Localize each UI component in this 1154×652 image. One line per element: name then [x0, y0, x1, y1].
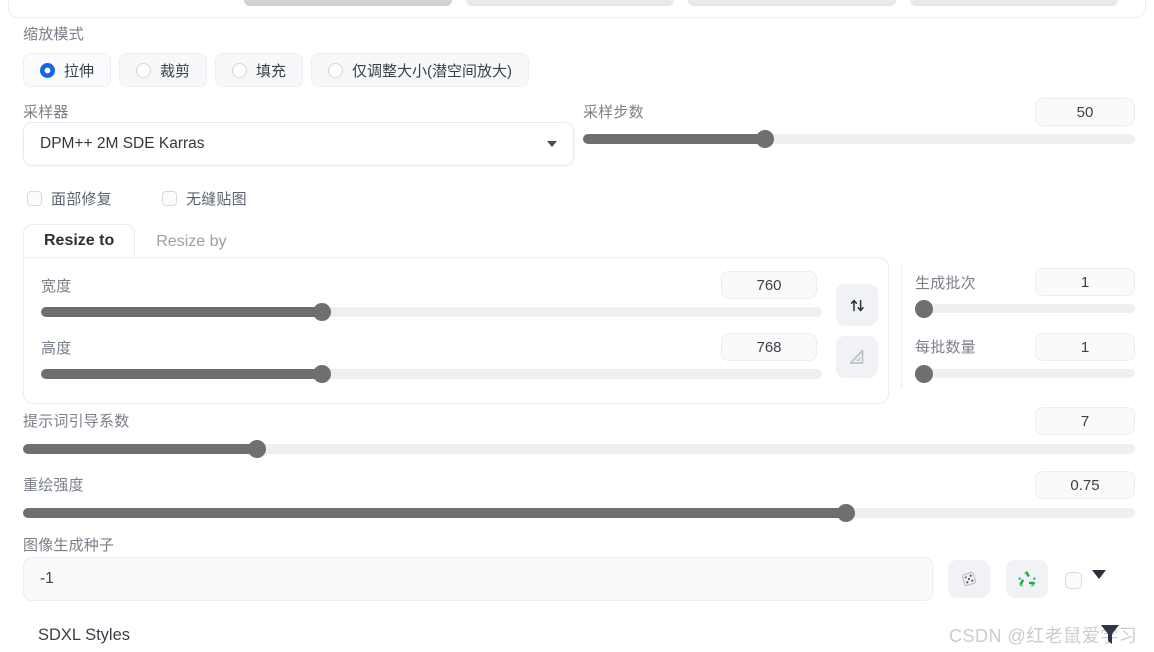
face-restore-checkbox-row[interactable]: 面部修复 — [27, 188, 112, 209]
denoise-value-box[interactable]: 0.75 — [1035, 471, 1135, 499]
seed-extra-checkbox[interactable] — [1065, 572, 1082, 589]
radio-icon — [232, 62, 248, 78]
width-value-box[interactable]: 760 — [721, 271, 817, 299]
radio-icon-selected — [40, 62, 55, 78]
slider-fill — [23, 444, 257, 454]
scale-mode-option-label: 仅调整大小(潜空间放大) — [352, 62, 513, 80]
batch-count-value-box[interactable]: 1 — [1035, 268, 1135, 296]
tab-resize-to[interactable]: Resize to — [23, 224, 136, 259]
swap-vertical-icon — [850, 299, 864, 311]
tab-resize-by[interactable]: Resize by — [135, 225, 247, 259]
slider-track — [915, 369, 1135, 378]
batch-size-label: 每批数量 — [915, 339, 976, 356]
sdxl-styles-label: SDXL Styles — [38, 626, 131, 644]
slider-thumb[interactable] — [836, 504, 855, 522]
slider-thumb[interactable] — [313, 303, 332, 321]
radio-icon — [328, 62, 344, 78]
dice-icon — [962, 572, 976, 586]
settings-panel: 缩放模式 拉伸 裁剪 填充 仅调整大小(潜空间放大) 采样器 DPM++ 2M … — [0, 0, 1154, 652]
random-seed-button[interactable] — [948, 560, 990, 598]
slider-thumb[interactable] — [915, 300, 933, 318]
funnel-icon — [1101, 625, 1119, 644]
scale-mode-label: 缩放模式 — [23, 26, 84, 43]
slider-fill — [41, 369, 323, 379]
top-button-4[interactable] — [910, 0, 1118, 6]
swap-dimensions-button[interactable] — [836, 284, 878, 326]
steps-slider[interactable] — [583, 130, 1135, 148]
top-button-2[interactable] — [466, 0, 674, 6]
scale-mode-radio-group[interactable]: 拉伸 裁剪 填充 仅调整大小(潜空间放大) — [23, 53, 530, 87]
slider-fill — [41, 307, 323, 317]
slider-fill — [23, 508, 846, 518]
cfg-slider[interactable] — [23, 440, 1135, 458]
slider-thumb[interactable] — [915, 365, 933, 383]
slider-fill — [583, 134, 766, 144]
batch-count-slider[interactable] — [915, 300, 1135, 318]
scale-mode-option-label: 拉伸 — [64, 62, 95, 80]
chevron-down-icon — [547, 141, 557, 147]
resize-panel: 宽度 760 高度 768 — [23, 257, 889, 404]
top-button-3[interactable] — [688, 0, 896, 6]
denoise-slider[interactable] — [23, 504, 1135, 522]
sampler-value: DPM++ 2M SDE Karras — [40, 135, 205, 152]
sampler-select[interactable]: DPM++ 2M SDE Karras — [23, 122, 574, 166]
checkbox-icon[interactable] — [27, 191, 42, 206]
batch-size-value-box[interactable]: 1 — [1035, 333, 1135, 361]
height-label: 高度 — [41, 340, 72, 357]
cfg-value-box[interactable]: 7 — [1035, 407, 1135, 435]
batch-count-label: 生成批次 — [915, 275, 976, 292]
scale-mode-option-label: 裁剪 — [160, 62, 191, 80]
scale-mode-option-crop[interactable]: 裁剪 — [119, 53, 208, 87]
steps-label: 采样步数 — [583, 104, 644, 121]
scale-mode-option-resize-only[interactable]: 仅调整大小(潜空间放大) — [311, 53, 530, 87]
slider-thumb[interactable] — [247, 440, 266, 458]
batch-size-slider[interactable] — [915, 365, 1135, 383]
slider-track — [915, 304, 1135, 313]
aspect-ratio-button[interactable] — [836, 336, 878, 378]
top-button-1[interactable] — [244, 0, 452, 6]
scale-mode-option-stretch[interactable]: 拉伸 — [23, 53, 112, 87]
width-slider[interactable] — [41, 303, 822, 321]
resize-tabbar[interactable]: Resize to Resize by — [23, 222, 248, 259]
sampler-label: 采样器 — [23, 104, 69, 121]
scale-mode-option-label: 填充 — [256, 62, 287, 80]
slider-thumb[interactable] — [313, 365, 332, 383]
slider-thumb[interactable] — [756, 130, 775, 148]
triangle-ruler-icon — [849, 349, 864, 364]
seed-label: 图像生成种子 — [23, 537, 115, 554]
height-slider[interactable] — [41, 365, 822, 383]
denoise-label: 重绘强度 — [23, 477, 84, 494]
cfg-label: 提示词引导系数 — [23, 413, 130, 430]
reuse-seed-button[interactable] — [1006, 560, 1048, 598]
height-value-box[interactable]: 768 — [721, 333, 817, 361]
tiling-checkbox-row[interactable]: 无缝贴图 — [162, 188, 247, 209]
column-divider — [901, 262, 902, 388]
scale-mode-option-fill[interactable]: 填充 — [215, 53, 304, 87]
face-restore-label: 面部修复 — [51, 191, 112, 208]
checkbox-icon[interactable] — [162, 191, 177, 206]
seed-input[interactable]: -1 — [23, 557, 933, 601]
top-cut-panel — [0, 0, 1154, 18]
steps-value-box[interactable]: 50 — [1035, 98, 1135, 126]
width-label: 宽度 — [41, 278, 72, 295]
radio-icon — [136, 62, 152, 78]
seed-options-caret-icon[interactable] — [1092, 570, 1106, 579]
tiling-label: 无缝贴图 — [186, 191, 247, 208]
recycle-icon — [1018, 570, 1036, 587]
